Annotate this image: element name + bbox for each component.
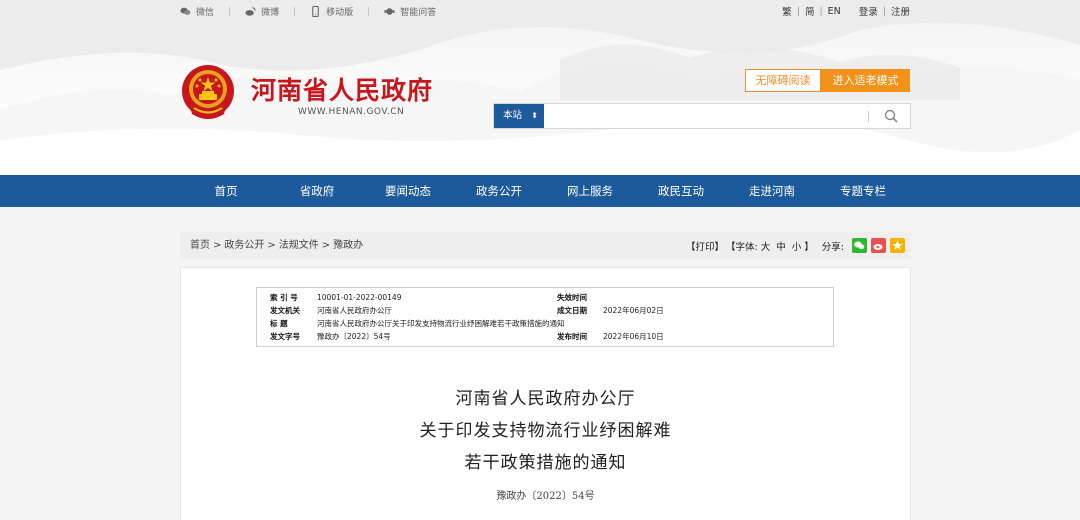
weibo-icon <box>245 7 256 16</box>
accessible-reading-button[interactable]: 无障碍阅读 <box>745 69 821 92</box>
mobile-label: 移动版 <box>326 8 354 18</box>
meta-title-value: 河南省人民政府办公厅关于印发支持物流行业纾困解难若干政策措施的通知 <box>317 319 565 328</box>
font-small-button[interactable]: 小 <box>792 239 802 253</box>
share-label: 分享: <box>821 241 844 253</box>
national-emblem-logo[interactable] <box>180 64 236 122</box>
meta-index-label: 索 引 号 <box>270 293 298 302</box>
mobile-icon <box>312 6 319 17</box>
document-metadata-table: 索 引 号 10001-01-2022-00149 失效时间 发文机关 河南省人… <box>256 287 834 347</box>
document-number: 豫政办〔2022〕54号 <box>496 491 595 502</box>
main-nav: 首页 省政府 要闻动态 政务公开 网上服务 政民互动 走进河南 专题专栏 <box>0 175 1080 207</box>
page-tools: 【打印】 【字体: 大 中 小 】 分享: <box>686 232 905 259</box>
elder-mode-button[interactable]: 进入适老模式 <box>821 69 910 92</box>
meta-created-label: 成文日期 <box>557 306 587 315</box>
qa-label: 智能问答 <box>400 8 437 18</box>
lang-traditional[interactable]: 繁 <box>782 4 792 18</box>
weibo-link[interactable]: 微博 <box>245 5 279 18</box>
page: 微信 | 微博 | 移动版 | 智能问答 繁 | 简 | EN 登录 | 注册 … <box>0 0 1080 520</box>
wechat-icon <box>180 7 191 15</box>
font-size-suffix: 】 <box>804 241 814 253</box>
wechat-link[interactable]: 微信 <box>180 5 214 18</box>
top-right-links: 繁 | 简 | EN 登录 | 注册 <box>782 4 910 19</box>
meta-created-value: 2022年06月02日 <box>603 306 664 315</box>
nav-home[interactable]: 首页 <box>181 175 271 207</box>
font-medium-button[interactable]: 中 <box>776 239 786 253</box>
document-title-line-2: 关于印发支持物流行业纾困解难 <box>419 421 672 441</box>
meta-index-value: 10001-01-2022-00149 <box>317 293 402 302</box>
meta-published-value: 2022年06月10日 <box>603 332 664 341</box>
document-title-line-1: 河南省人民政府办公厅 <box>455 389 636 409</box>
breadcrumb-gov-affairs[interactable]: 政务公开 <box>224 240 264 251</box>
social-links: 微信 | 微博 | 移动版 | 智能问答 <box>180 5 450 18</box>
meta-expire-label: 失效时间 <box>557 293 587 302</box>
site-title[interactable]: 河南省人民政府 <box>251 71 433 107</box>
search-input[interactable] <box>546 106 856 126</box>
login-link[interactable]: 登录 <box>859 4 878 18</box>
print-button[interactable]: 【打印】 <box>686 239 724 253</box>
meta-row: 索 引 号 10001-01-2022-00149 失效时间 <box>257 291 835 304</box>
meta-docno-label: 发文字号 <box>270 332 300 341</box>
mountain-background <box>0 0 1080 175</box>
nav-government[interactable]: 省政府 <box>272 175 362 207</box>
font-large-button[interactable]: 大 <box>761 239 771 253</box>
search-bar: 本站 ⬍ <box>493 103 911 129</box>
meta-issuer-label: 发文机关 <box>270 306 300 315</box>
top-bar: 微信 | 微博 | 移动版 | 智能问答 繁 | 简 | EN 登录 | 注册 <box>180 0 910 22</box>
nav-online-services[interactable]: 网上服务 <box>545 175 635 207</box>
breadcrumb: 首页 > 政务公开 > 法规文件 > 豫政办 <box>190 240 364 251</box>
nav-about-henan[interactable]: 走进河南 <box>727 175 817 207</box>
divider: | <box>293 6 297 17</box>
nav-gov-affairs[interactable]: 政务公开 <box>454 175 544 207</box>
document-title-line-3: 若干政策措施的通知 <box>464 453 627 473</box>
nav-interaction[interactable]: 政民互动 <box>636 175 726 207</box>
meta-row: 发文字号 豫政办〔2022〕54号 发布时间 2022年06月10日 <box>257 330 835 343</box>
qa-link[interactable]: 智能问答 <box>384 5 436 18</box>
breadcrumb-home[interactable]: 首页 <box>190 240 210 251</box>
register-link[interactable]: 注册 <box>891 4 910 18</box>
meta-title-label: 标 题 <box>270 319 288 328</box>
breadcrumb-yuzhengban[interactable]: 豫政办 <box>333 240 363 251</box>
header: 微信 | 微博 | 移动版 | 智能问答 繁 | 简 | EN 登录 | 注册 … <box>0 0 1080 175</box>
robot-icon <box>384 8 395 15</box>
nav-special-topics[interactable]: 专题专栏 <box>818 175 908 207</box>
meta-issuer-value: 河南省人民政府办公厅 <box>317 306 392 315</box>
search-icon[interactable] <box>883 108 899 124</box>
weibo-share-icon[interactable] <box>871 238 886 253</box>
divider: | <box>367 6 371 17</box>
meta-row: 发文机关 河南省人民政府办公厅 成文日期 2022年06月02日 <box>257 304 835 317</box>
divider: | <box>228 6 232 17</box>
breadcrumb-bar: 首页 > 政务公开 > 法规文件 > 豫政办 【打印】 【字体: 大 中 小 】 分享: <box>180 232 911 259</box>
search-scope-label: 本站 <box>503 110 523 121</box>
weibo-label: 微博 <box>261 8 280 18</box>
meta-published-label: 发布时间 <box>557 332 587 341</box>
font-size-label: 【字体: <box>726 241 758 253</box>
divider: | <box>796 5 800 17</box>
meta-docno-value: 豫政办〔2022〕54号 <box>317 332 391 341</box>
wechat-label: 微信 <box>196 8 215 18</box>
favorite-star-icon[interactable] <box>890 238 905 253</box>
wechat-share-icon[interactable] <box>852 238 867 253</box>
search-scope-select[interactable]: 本站 ⬍ <box>494 104 544 128</box>
mobile-link[interactable]: 移动版 <box>310 5 353 18</box>
lang-simplified[interactable]: 简 <box>805 4 815 18</box>
lang-english[interactable]: EN <box>828 6 841 17</box>
site-url: WWW.HENAN.GOV.CN <box>298 107 405 117</box>
up-down-arrow-icon: ⬍ <box>531 111 538 120</box>
meta-row: 标 题 河南省人民政府办公厅关于印发支持物流行业纾困解难若干政策措施的通知 <box>257 317 835 330</box>
nav-news[interactable]: 要闻动态 <box>363 175 453 207</box>
divider: | <box>882 5 886 17</box>
breadcrumb-regulations[interactable]: 法规文件 <box>279 240 319 251</box>
divider <box>868 111 869 122</box>
divider: | <box>819 5 823 17</box>
